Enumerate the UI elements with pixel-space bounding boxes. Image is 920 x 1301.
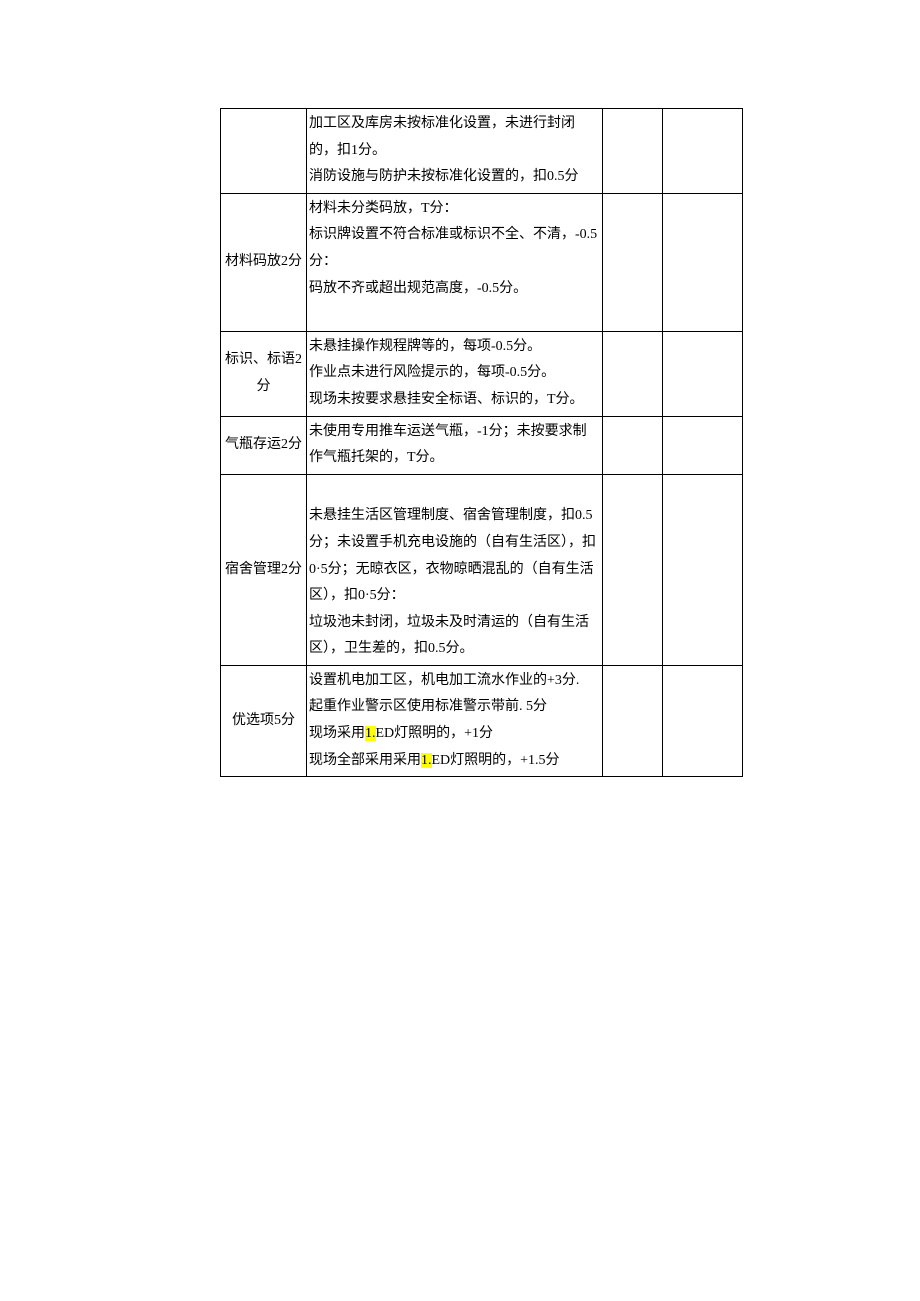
empty-cell bbox=[663, 331, 743, 416]
empty-cell bbox=[663, 665, 743, 776]
detail-line: 设置机电加工区，机电加工流水作业的+3分. bbox=[309, 668, 600, 695]
detail-line: 现场采用1.ED灯照明的，+1分 bbox=[309, 721, 600, 748]
text-segment: 现场全部采用采用 bbox=[309, 753, 421, 768]
text-segment: 标识牌设置不符合标准或标识不全、不清，-0.5分： bbox=[309, 227, 597, 269]
text-segment: ED灯照明的，+1分 bbox=[376, 726, 494, 741]
detail-line: 加工区及库房未按标准化设置，未进行封闭的，扣1分。 bbox=[309, 111, 600, 164]
empty-cell bbox=[603, 416, 663, 474]
table-row: 材料码放2分材料未分类码放，T分： 标识牌设置不符合标准或标识不全、不清，-0.5… bbox=[221, 193, 743, 331]
scoring-table: 加工区及库房未按标准化设置，未进行封闭的，扣1分。消防设施与防护未按标准化设置的… bbox=[220, 108, 743, 777]
detail-line bbox=[309, 477, 600, 504]
category-cell: 材料码放2分 bbox=[221, 193, 307, 331]
highlighted-text: 1. bbox=[365, 726, 376, 741]
detail-line: 作业点未进行风险提示的，每项-0.5分。 bbox=[309, 360, 600, 387]
detail-cell: 设置机电加工区，机电加工流水作业的+3分. 起重作业警示区使用标准警示带前. 5分… bbox=[307, 665, 603, 776]
text-segment: 未使用专用推车运送气瓶，-1分；未按要求制作气瓶托架的，T分。 bbox=[309, 424, 587, 466]
text-segment: 作业点未进行风险提示的，每项-0.5分。 bbox=[309, 365, 555, 380]
table-row: 优选项5分设置机电加工区，机电加工流水作业的+3分. 起重作业警示区使用标准警示带… bbox=[221, 665, 743, 776]
text-segment: 加工区及库房未按标准化设置，未进行封闭的，扣1分。 bbox=[309, 116, 575, 158]
table-row: 加工区及库房未按标准化设置，未进行封闭的，扣1分。消防设施与防护未按标准化设置的… bbox=[221, 109, 743, 194]
detail-line: 现场未按要求悬挂安全标语、标识的，T分。 bbox=[309, 387, 600, 414]
text-segment: 材料未分类码放，T分： bbox=[309, 201, 458, 216]
detail-cell: 未使用专用推车运送气瓶，-1分；未按要求制作气瓶托架的，T分。 bbox=[307, 416, 603, 474]
detail-cell: 未悬挂操作规程牌等的，每项-0.5分。作业点未进行风险提示的，每项-0.5分。现… bbox=[307, 331, 603, 416]
text-segment: 现场未按要求悬挂安全标语、标识的，T分。 bbox=[309, 392, 584, 407]
empty-cell bbox=[603, 474, 663, 665]
empty-cell bbox=[663, 474, 743, 665]
category-cell: 优选项5分 bbox=[221, 665, 307, 776]
table-row: 宿舍管理2分 未悬挂生活区管理制度、宿舍管理制度，扣0.5分；未设置手机充电设施… bbox=[221, 474, 743, 665]
empty-cell bbox=[603, 109, 663, 194]
detail-line: 标识牌设置不符合标准或标识不全、不清，-0.5分： bbox=[309, 222, 600, 275]
highlighted-text: 1. bbox=[421, 753, 432, 768]
category-cell bbox=[221, 109, 307, 194]
detail-line: 未悬挂操作规程牌等的，每项-0.5分。 bbox=[309, 334, 600, 361]
empty-cell bbox=[603, 193, 663, 331]
document-page: 加工区及库房未按标准化设置，未进行封闭的，扣1分。消防设施与防护未按标准化设置的… bbox=[0, 0, 920, 1301]
detail-line bbox=[309, 302, 600, 329]
text-segment: 设置机电加工区，机电加工流水作业的+3分. bbox=[309, 673, 579, 688]
detail-line: 起重作业警示区使用标准警示带前. 5分 bbox=[309, 694, 600, 721]
text-segment: ED灯照明的，+1.5分 bbox=[432, 753, 560, 768]
category-cell: 宿舍管理2分 bbox=[221, 474, 307, 665]
table-body: 加工区及库房未按标准化设置，未进行封闭的，扣1分。消防设施与防护未按标准化设置的… bbox=[221, 109, 743, 777]
category-cell: 气瓶存运2分 bbox=[221, 416, 307, 474]
detail-line: 消防设施与防护未按标准化设置的，扣0.5分 bbox=[309, 164, 600, 191]
text-segment: 垃圾池未封闭，垃圾未及时清运的（自有生活区），卫生差的，扣0.5分。 bbox=[309, 615, 589, 657]
text-segment: 现场采用 bbox=[309, 726, 365, 741]
text-segment: 未悬挂操作规程牌等的，每项-0.5分。 bbox=[309, 339, 541, 354]
table-row: 标识、标语2分未悬挂操作规程牌等的，每项-0.5分。作业点未进行风险提示的，每项… bbox=[221, 331, 743, 416]
text-segment: 码放不齐或超出规范高度，-0.5分。 bbox=[309, 281, 527, 296]
detail-cell: 未悬挂生活区管理制度、宿舍管理制度，扣0.5分；未设置手机充电设施的（自有生活区… bbox=[307, 474, 603, 665]
empty-cell bbox=[603, 665, 663, 776]
table-row: 气瓶存运2分未使用专用推车运送气瓶，-1分；未按要求制作气瓶托架的，T分。 bbox=[221, 416, 743, 474]
empty-cell bbox=[663, 193, 743, 331]
detail-cell: 材料未分类码放，T分： 标识牌设置不符合标准或标识不全、不清，-0.5分： 码放不齐… bbox=[307, 193, 603, 331]
detail-line: 未悬挂生活区管理制度、宿舍管理制度，扣0.5分；未设置手机充电设施的（自有生活区… bbox=[309, 503, 600, 609]
detail-cell: 加工区及库房未按标准化设置，未进行封闭的，扣1分。消防设施与防护未按标准化设置的… bbox=[307, 109, 603, 194]
text-segment: 起重作业警示区使用标准警示带前. 5分 bbox=[309, 699, 547, 714]
empty-cell bbox=[663, 109, 743, 194]
detail-line: 材料未分类码放，T分： bbox=[309, 196, 600, 223]
category-cell: 标识、标语2分 bbox=[221, 331, 307, 416]
text-segment: 未悬挂生活区管理制度、宿舍管理制度，扣0.5分；未设置手机充电设施的（自有生活区… bbox=[309, 508, 596, 603]
text-segment: 消防设施与防护未按标准化设置的，扣0.5分 bbox=[309, 169, 579, 184]
detail-line: 未使用专用推车运送气瓶，-1分；未按要求制作气瓶托架的，T分。 bbox=[309, 419, 600, 472]
detail-line: 垃圾池未封闭，垃圾未及时清运的（自有生活区），卫生差的，扣0.5分。 bbox=[309, 610, 600, 663]
detail-line: 现场全部采用采用1.ED灯照明的，+1.5分 bbox=[309, 748, 600, 775]
empty-cell bbox=[663, 416, 743, 474]
detail-line: 码放不齐或超出规范高度，-0.5分。 bbox=[309, 276, 600, 303]
empty-cell bbox=[603, 331, 663, 416]
